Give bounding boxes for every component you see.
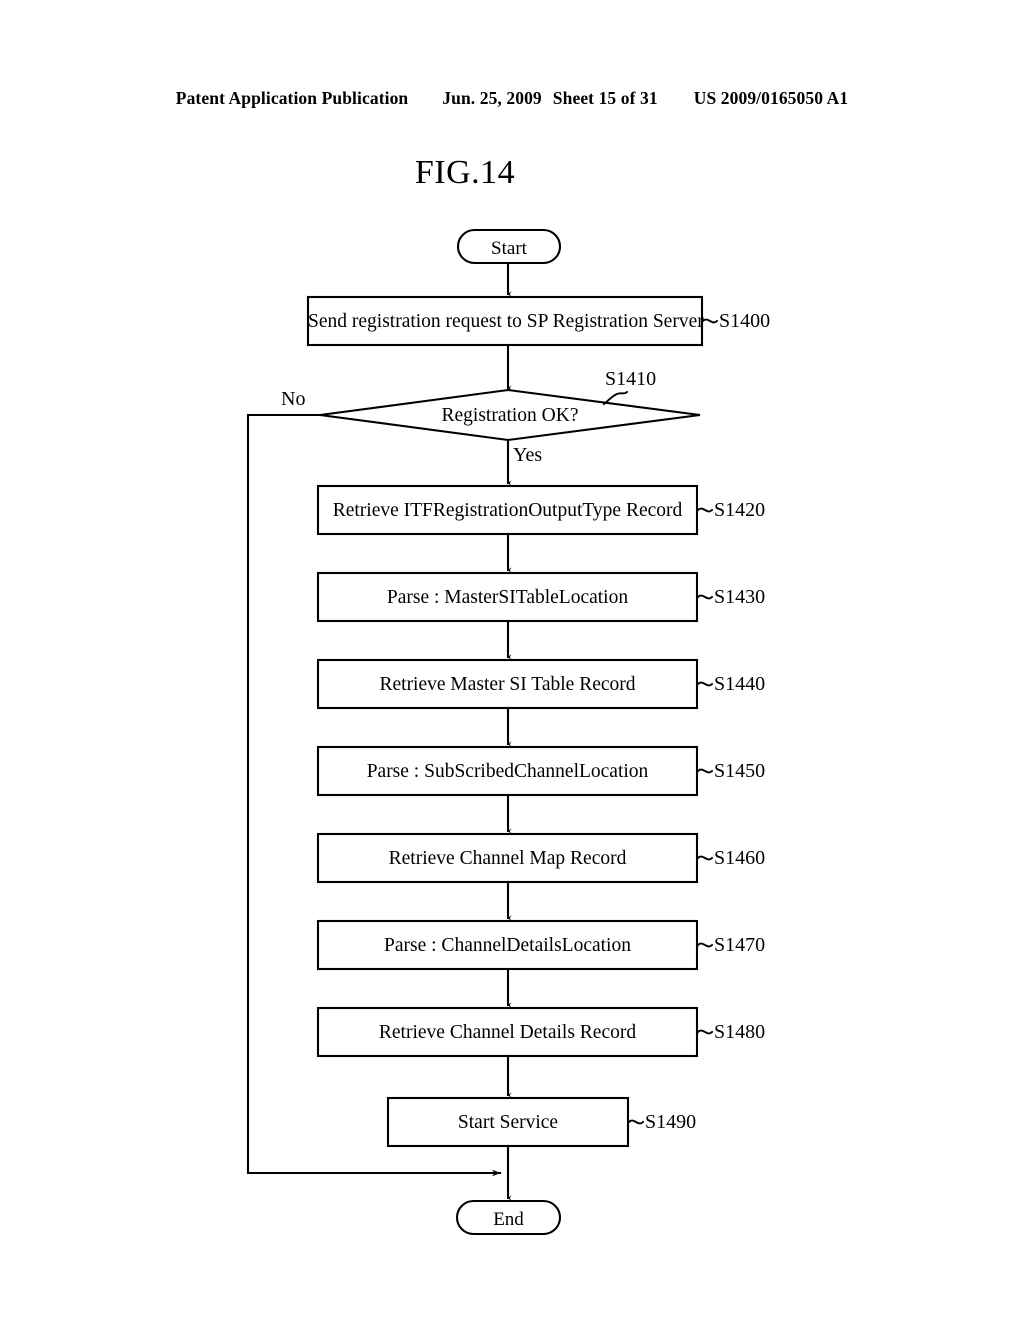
- branch-label-yes: Yes: [513, 444, 543, 466]
- step-ref-s1440: S1440: [714, 673, 766, 695]
- step-label-s1440: Retrieve Master SI Table Record: [379, 674, 636, 695]
- step-label-s1480: Retrieve Channel Details Record: [378, 1022, 637, 1043]
- step-ref-s1470: S1470: [714, 934, 766, 956]
- step-label-s1460: Retrieve Channel Map Record: [388, 848, 627, 869]
- leader-s1420: [696, 507, 714, 513]
- leader-s1490: [627, 1119, 645, 1125]
- end-terminal-label: End: [493, 1209, 524, 1230]
- branch-label-no: No: [281, 388, 306, 410]
- leader-s1410: [602, 390, 629, 406]
- step-ref-s1460: S1460: [714, 847, 766, 869]
- step-ref-s1480: S1480: [714, 1021, 766, 1043]
- step-ref-s1450: S1450: [714, 760, 766, 782]
- step-ref-s1400: S1400: [719, 310, 771, 332]
- step-ref-s1410: S1410: [605, 368, 657, 390]
- leader-s1480: [696, 1029, 714, 1035]
- leader-s1430: [696, 594, 714, 600]
- leader-s1470: [696, 942, 714, 948]
- leader-s1400: [701, 318, 719, 324]
- start-terminal-label: Start: [491, 238, 527, 259]
- step-label-s1400: Send registration request to SP Registra…: [308, 311, 704, 332]
- decision-label: Registration OK?: [441, 405, 579, 426]
- leader-s1450: [696, 768, 714, 774]
- leader-s1440: [696, 681, 714, 687]
- step-ref-s1430: S1430: [714, 586, 766, 608]
- step-label-s1470: Parse : ChannelDetailsLocation: [384, 935, 631, 956]
- step-label-s1490: Start Service: [457, 1112, 559, 1133]
- step-ref-s1490: S1490: [645, 1111, 697, 1133]
- step-label-s1420: Retrieve ITFRegistrationOutputType Recor…: [332, 500, 683, 521]
- leader-s1460: [696, 855, 714, 861]
- step-ref-s1420: S1420: [714, 499, 766, 521]
- step-label-s1430: Parse : MasterSITableLocation: [386, 587, 629, 608]
- step-label-s1450: Parse : SubScribedChannelLocation: [366, 761, 649, 782]
